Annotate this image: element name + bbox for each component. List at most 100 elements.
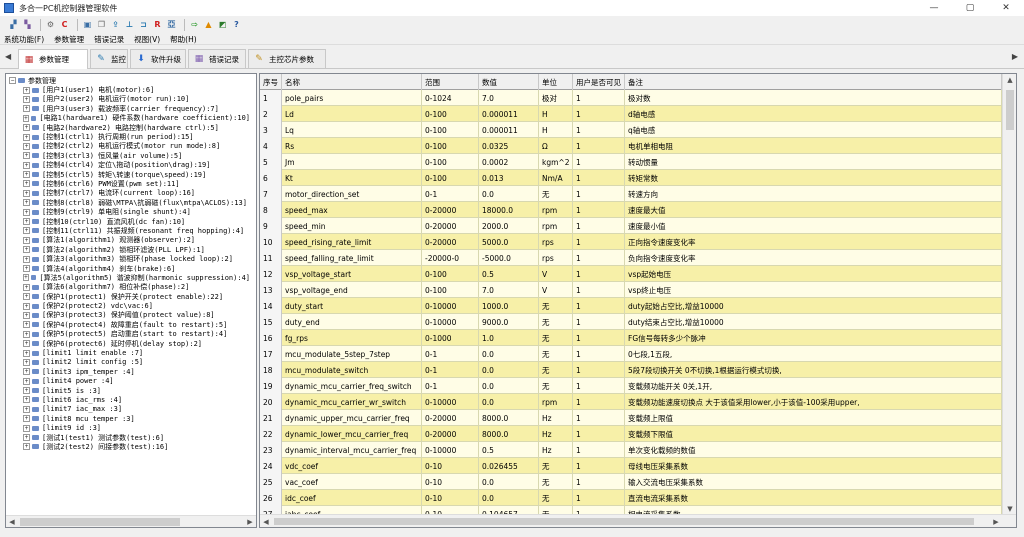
table-cell[interactable]: speed_min — [282, 218, 422, 234]
tree-node[interactable]: + [limit3 ipm_temper :4] — [9, 367, 250, 376]
tree-node[interactable]: + [保护5(protect5) 启动重启(start to restart):4… — [9, 330, 250, 339]
table-cell[interactable]: 输入交流电压采集系数 — [625, 474, 1002, 490]
table-cell[interactable]: motor_direction_set — [282, 186, 422, 202]
close-button[interactable]: ✕ — [988, 0, 1024, 16]
table-cell[interactable]: 5段7段切换开关 0不切换,1根据运行模式切换, — [625, 362, 1002, 378]
table-cell[interactable]: 0-1 — [422, 186, 479, 202]
table-cell[interactable]: speed_falling_rate_limit — [282, 250, 422, 266]
table-cell[interactable]: 0-100 — [422, 154, 479, 170]
expand-icon[interactable]: + — [23, 86, 30, 94]
help-icon[interactable]: ? — [231, 20, 242, 31]
menu-item[interactable]: 参数管理 — [54, 34, 84, 45]
table-cell[interactable]: H — [539, 106, 573, 122]
table-cell[interactable]: 0-20000 — [422, 218, 479, 234]
table-cell[interactable]: 母线电压采集系数 — [625, 458, 1002, 474]
tree-node[interactable]: + [算法5(algorithm5) 谐波抑制(harmonic suppress… — [9, 273, 250, 282]
expand-icon[interactable]: + — [23, 396, 30, 404]
column-header[interactable]: 名称 — [282, 74, 422, 90]
table-cell[interactable]: 0.000011 — [479, 106, 539, 122]
table-row[interactable]: 16 fg_rps 0-1000 1.0 无 1 FG信号每转多少个脉冲 — [260, 330, 1002, 346]
table-cell[interactable]: Rs — [282, 138, 422, 154]
table-cell[interactable]: 极对 — [539, 90, 573, 106]
table-row[interactable]: 7 motor_direction_set 0-1 0.0 无 1 转速方向 — [260, 186, 1002, 202]
new-icon[interactable]: ▞ — [8, 20, 19, 31]
table-row[interactable]: 24 vdc_coef 0-10 0.026455 无 1 母线电压采集系数 — [260, 458, 1002, 474]
expand-icon[interactable]: + — [23, 265, 30, 272]
table-cell[interactable]: 转动惯量 — [625, 154, 1002, 170]
table-cell[interactable]: 9000.0 — [479, 314, 539, 330]
table-row[interactable]: 19 dynamic_mcu_carrier_freq_switch 0-1 0.0 无… — [260, 378, 1002, 394]
table-cell[interactable]: duty结束占空比,增益10000 — [625, 314, 1002, 330]
expand-icon[interactable]: + — [23, 415, 30, 423]
tree-node[interactable]: + [limit1 limit enable :7] — [9, 348, 250, 357]
table-cell[interactable]: V — [539, 282, 573, 298]
expand-icon[interactable]: + — [23, 368, 30, 376]
tree-node[interactable]: + [算法1(algorithm1) 观测器(observer):2] — [9, 236, 250, 245]
warning-icon[interactable]: ▲ — [203, 20, 214, 31]
tree-node[interactable]: + [limit5 is :3] — [9, 386, 250, 395]
tree-node[interactable]: + [控制6(ctrl6) PWM设置(pwm set):11] — [9, 179, 250, 188]
expand-icon[interactable]: + — [23, 95, 30, 103]
table-cell[interactable]: 1 — [573, 266, 625, 282]
table-row[interactable]: 14 duty_start 0-10000 1000.0 无 1 duty起始占空比,增益1… — [260, 298, 1002, 314]
tree-node[interactable]: + [测试2(test2) 间接参数(test):16] — [9, 442, 250, 451]
tree-node[interactable]: + [保护3(protect3) 保护阈值(protect value):8] — [9, 311, 250, 320]
collapse-icon[interactable]: − — [9, 77, 16, 85]
expand-icon[interactable]: + — [23, 311, 30, 319]
table-cell[interactable]: 1 — [573, 202, 625, 218]
table-cell[interactable]: 速度最小值 — [625, 218, 1002, 234]
tree-node[interactable]: + [算法3(algorithm3) 锁相环(phase locked loop)… — [9, 254, 250, 263]
tree-node[interactable]: + [控制7(ctrl7) 电流环(current loop):16] — [9, 189, 250, 198]
table-cell[interactable]: 电机单相电阻 — [625, 138, 1002, 154]
column-header[interactable]: 序号 — [260, 74, 282, 90]
expand-icon[interactable]: + — [23, 330, 30, 338]
table-cell[interactable]: FG信号每转多少个脉冲 — [625, 330, 1002, 346]
table-row[interactable]: 8 speed_max 0-20000 18000.0 rpm 1 速度最大值 — [260, 202, 1002, 218]
expand-icon[interactable]: + — [23, 227, 30, 235]
chart-icon[interactable]: ◩ — [217, 20, 228, 31]
table-cell[interactable]: 1 — [573, 474, 625, 490]
table-cell[interactable]: 1 — [573, 234, 625, 250]
table-cell[interactable]: 1 — [573, 426, 625, 442]
tree-node[interactable]: + [用户1(user1) 电机(motor):6] — [9, 85, 250, 94]
table-cell[interactable]: vsp_voltage_start — [282, 266, 422, 282]
table-cell[interactable]: 无 — [539, 314, 573, 330]
expand-icon[interactable]: + — [23, 349, 30, 357]
export-icon[interactable]: ⇨ — [189, 20, 200, 31]
table-cell[interactable]: 无 — [539, 458, 573, 474]
table-row[interactable]: 22 dynamic_lower_mcu_carrier_freq 0-20000 8… — [260, 426, 1002, 442]
tree-node[interactable]: + [limit6 iac_rms :4] — [9, 395, 250, 404]
maximize-button[interactable]: ▢ — [952, 0, 988, 16]
column-header[interactable]: 范围 — [422, 74, 479, 90]
table-cell[interactable]: 1 — [573, 314, 625, 330]
table-cell[interactable]: 0-100 — [422, 266, 479, 282]
tab-item[interactable]: ⬇ 软件升级 — [130, 49, 186, 68]
tree-node[interactable]: + [limit4 power :4] — [9, 377, 250, 386]
table-row[interactable]: 6 Kt 0-100 0.013 Nm/A 1 转矩常数 — [260, 170, 1002, 186]
upload-icon[interactable]: ⇪ — [110, 20, 121, 31]
scrollbar-thumb[interactable] — [1006, 90, 1014, 130]
table-cell[interactable]: dynamic_mcu_carrier_freq_switch — [282, 378, 422, 394]
expand-icon[interactable]: + — [23, 189, 30, 197]
tree-root[interactable]: − 参数管理 — [9, 76, 250, 85]
table-row[interactable]: 15 duty_end 0-10000 9000.0 无 1 duty结束占空比,增益100… — [260, 314, 1002, 330]
table-cell[interactable]: speed_max — [282, 202, 422, 218]
menu-item[interactable]: 帮助(H) — [170, 34, 197, 45]
table-cell[interactable]: mcu_modulate_5step_7step — [282, 346, 422, 362]
grid-horizontal-scrollbar[interactable]: ◀ ▶ — [260, 514, 1016, 527]
minimize-button[interactable]: — — [916, 0, 952, 16]
table-cell[interactable]: 0-10 — [422, 474, 479, 490]
tree-node[interactable]: + [控制1(ctrl1) 执行周期(run period):15] — [9, 132, 250, 141]
tree-node[interactable]: + [limit2 limit config :5] — [9, 358, 250, 367]
table-cell[interactable]: -5000.0 — [479, 250, 539, 266]
table-cell[interactable]: 转矩常数 — [625, 170, 1002, 186]
table-cell[interactable]: 1.0 — [479, 330, 539, 346]
grid-vertical-scrollbar[interactable]: ▲ ▼ — [1002, 74, 1016, 515]
expand-icon[interactable]: + — [23, 246, 30, 254]
table-cell[interactable]: 0.0 — [479, 378, 539, 394]
tree-node[interactable]: + [控制10(ctrl10) 直流风机(dc fan):10] — [9, 217, 250, 226]
table-cell[interactable]: 正向指令速度变化率 — [625, 234, 1002, 250]
table-row[interactable]: 5 Jm 0-100 0.0002 kgm^2 1 转动惯量 — [260, 154, 1002, 170]
tree-node[interactable]: + [用户3(user3) 载波频率(carrier frequency):7] — [9, 104, 250, 113]
tab-scroll-right-icon[interactable]: ▶ — [1012, 52, 1018, 61]
